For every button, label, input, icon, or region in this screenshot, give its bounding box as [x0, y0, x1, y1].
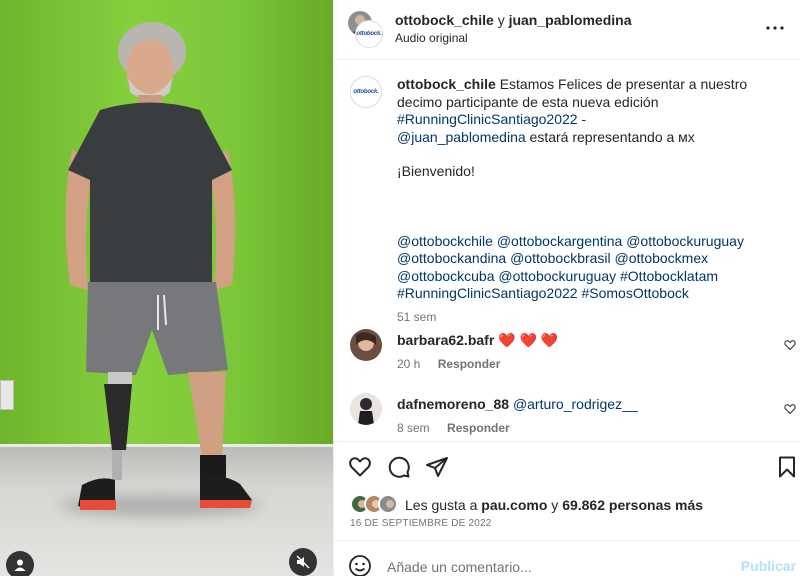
post-date: 16 DE SEPTIEMBRE DE 2022 [350, 518, 492, 529]
person-photo [65, 22, 252, 510]
comment-icon[interactable] [387, 455, 411, 479]
comment-avatar[interactable] [350, 393, 382, 425]
likes-text: Les gusta a pau.como y 69.862 personas m… [405, 497, 703, 513]
caption-tags-line3[interactable]: @ottobockcuba @ottobockuruguay #Ottobock… [397, 268, 792, 286]
divider [334, 540, 800, 541]
user-icon [14, 559, 26, 571]
caption-tags-line2[interactable]: @ottobockandina @ottobockbrasil @ottoboc… [397, 250, 792, 268]
comment-username[interactable]: dafnemoreno_88 [397, 396, 509, 412]
hashtag-link[interactable]: #RunningClinicSantiago2022 [397, 111, 578, 127]
likes-count[interactable]: 69.862 personas más [562, 497, 703, 513]
ottobock-logo: ottobock. [356, 31, 382, 37]
add-comment-input[interactable] [387, 556, 727, 576]
comment-avatar[interactable] [350, 329, 382, 361]
collab-avatars[interactable]: ottobock. [348, 11, 382, 47]
bookmark-icon[interactable] [775, 455, 799, 479]
post-media[interactable] [0, 0, 333, 576]
comment-body: barbara62.bafr ❤️ ❤️ ❤️ [397, 332, 558, 349]
caption-username[interactable]: ottobock_chile [397, 76, 496, 92]
heart-outline-icon[interactable] [784, 403, 796, 415]
more-options-button[interactable] [763, 16, 787, 40]
heart-icon[interactable] [348, 455, 372, 479]
caption-welcome: ¡Bienvenido! [397, 163, 475, 179]
header-user2-link[interactable]: juan_pablomedina [509, 12, 632, 28]
caption-tags-line4[interactable]: #RunningClinicSantiago2022 #SomosOttoboc… [397, 285, 792, 303]
reply-button[interactable]: Responder [438, 357, 501, 371]
ottobock-logo: ottobock. [353, 89, 379, 95]
comment-time[interactable]: 20 h [397, 357, 420, 371]
comment-mention-link[interactable]: @arturo_rodrigez__ [513, 396, 638, 412]
comment-item: dafnemoreno_88 @arturo_rodrigez__ 8 sem … [350, 393, 800, 443]
mention-link[interactable]: @juan_pablomedina [397, 129, 526, 145]
liker-username[interactable]: pau.como [481, 497, 547, 513]
post-header: ottobock. ottobock_chile y juan_pablomed… [334, 0, 800, 60]
caption-avatar[interactable]: ottobock. [350, 76, 382, 108]
comment-text: ❤️ ❤️ ❤️ [498, 332, 559, 348]
comment-username[interactable]: barbara62.bafr [397, 332, 494, 348]
caption-dash: - [577, 111, 587, 127]
caption-time[interactable]: 51 sem [397, 309, 792, 327]
more-dots-icon [766, 26, 784, 30]
comment-meta: 20 h Responder [397, 357, 500, 371]
header-user1-link[interactable]: ottobock_chile [395, 12, 494, 28]
divider [334, 441, 800, 442]
comment-meta: 8 sem Responder [397, 421, 510, 435]
audio-link[interactable]: Audio original [395, 31, 468, 45]
tagged-users-button[interactable] [6, 551, 34, 576]
comment-body: dafnemoreno_88 @arturo_rodrigez__ [397, 396, 638, 412]
comment-time[interactable]: 8 sem [397, 421, 430, 435]
comment-item: barbara62.bafr ❤️ ❤️ ❤️ 20 h Responder [350, 329, 800, 379]
header-connector: y [497, 12, 505, 28]
speaker-muted-icon [296, 555, 310, 569]
header-usernames: ottobock_chile y juan_pablomedina [395, 12, 632, 28]
liker-avatar[interactable] [378, 494, 398, 514]
publish-button[interactable]: Publicar [741, 558, 796, 574]
post-details-panel: ottobock. ottobock_chile y juan_pablomed… [333, 0, 800, 576]
heart-outline-icon[interactable] [784, 339, 796, 351]
reply-button[interactable]: Responder [447, 421, 510, 435]
avatar-ottobock: ottobock. [356, 21, 382, 47]
caption-text: ottobock_chile Estamos Felices de presen… [397, 76, 792, 326]
emoji-icon[interactable] [348, 554, 372, 576]
mute-button[interactable] [289, 548, 317, 576]
likes-prefix: Les gusta a [405, 497, 478, 513]
caption-body-2: estará representando a ᴍx [525, 128, 695, 145]
share-icon[interactable] [425, 455, 449, 479]
caption-tags-line1[interactable]: @ottobockchile @ottobockargentina @ottob… [397, 233, 792, 251]
likes-connector: y [551, 497, 559, 513]
